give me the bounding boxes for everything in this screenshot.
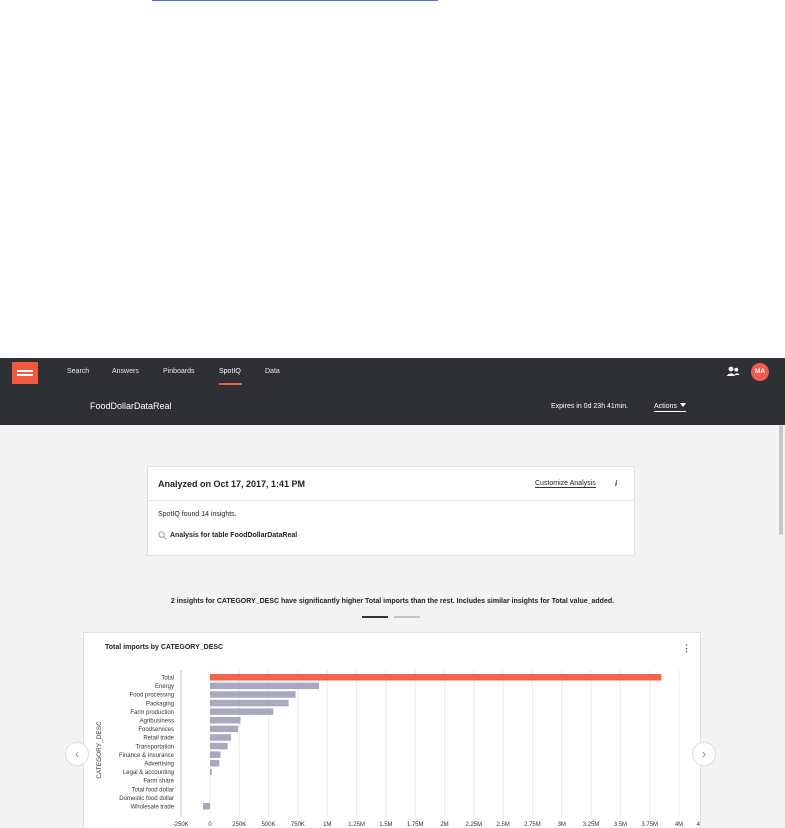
analysis-table-link[interactable]: Analysis for table FoodDollarDataReal bbox=[170, 532, 297, 539]
x-tick-label: -250K bbox=[173, 822, 189, 828]
bar-retail-trade[interactable] bbox=[210, 734, 232, 741]
bar-chart: Total Energy Food processing Packaging Farm … bbox=[96, 670, 700, 828]
next-insight-button[interactable]: › bbox=[692, 742, 716, 766]
x-tick-label: 2M bbox=[440, 822, 448, 828]
category-label: Total food dollar bbox=[132, 787, 174, 793]
bar-legal-accounting[interactable] bbox=[210, 768, 212, 776]
bar-food-processing[interactable] bbox=[210, 691, 296, 698]
worksheet-header: FoodDollarDataReal Expires in 0d 23h 41m… bbox=[0, 387, 785, 425]
actions-menu[interactable]: Actions bbox=[654, 403, 686, 412]
category-label: Packaging bbox=[146, 701, 174, 707]
x-tick-label: 4.2.. bbox=[697, 822, 700, 828]
carousel-indicator-active[interactable] bbox=[362, 616, 388, 618]
spotiq-app: Search Answers Pinboards SpotIQ Data MA … bbox=[0, 358, 785, 828]
logo-icon[interactable] bbox=[12, 362, 38, 384]
category-label: Farm production bbox=[130, 710, 174, 716]
x-tick-labels: -250K 0 250K 500K 750K 1M 1.25M 1.5M 1.75M 2M 2.25… bbox=[173, 822, 700, 828]
x-tick-label: 1.5M bbox=[379, 822, 392, 828]
x-tick-label: 3.25M bbox=[583, 822, 600, 828]
search-icon bbox=[158, 531, 167, 540]
insights-found-text: SpotIQ found 14 insights. bbox=[158, 511, 237, 518]
category-label: Energy bbox=[155, 684, 174, 690]
bar-energy[interactable] bbox=[210, 682, 320, 690]
analysis-card: Analyzed on Oct 17, 2017, 1:41 PM Custom… bbox=[147, 466, 635, 556]
category-label: Advertising bbox=[144, 762, 174, 768]
category-label: Transportation bbox=[136, 744, 174, 750]
x-tick-label: 750K bbox=[291, 822, 305, 828]
category-label: Legal & accounting bbox=[123, 770, 174, 776]
worksheet-title: FoodDollarDataReal bbox=[90, 401, 172, 411]
bar-foodservices[interactable] bbox=[210, 725, 239, 733]
user-avatar[interactable]: MA bbox=[751, 363, 769, 381]
analysis-card-header: Analyzed on Oct 17, 2017, 1:41 PM Custom… bbox=[148, 467, 634, 501]
category-label: Farm share bbox=[143, 779, 174, 785]
category-label: Wholesale trade bbox=[131, 805, 175, 811]
users-icon[interactable] bbox=[726, 366, 740, 378]
top-navbar: Search Answers Pinboards SpotIQ Data MA bbox=[0, 358, 785, 387]
nav-search[interactable]: Search bbox=[67, 368, 89, 375]
carousel-indicator-inactive[interactable] bbox=[394, 616, 420, 618]
insight-headline: 2 insights for CATEGORY_DESC have signif… bbox=[170, 598, 615, 605]
bar-transportation[interactable] bbox=[210, 742, 228, 750]
y-axis-label: CATEGORY_DESC bbox=[96, 721, 103, 779]
nav-spotiq[interactable]: SpotIQ bbox=[219, 368, 241, 375]
x-tick-label: 0 bbox=[208, 822, 212, 828]
expires-text: Expires in 0d 23h 41min. bbox=[551, 403, 629, 410]
active-tab-indicator bbox=[219, 383, 242, 385]
actions-label: Actions bbox=[654, 403, 677, 410]
bar-packaging[interactable] bbox=[210, 699, 289, 707]
bar-wholesale-trade[interactable] bbox=[202, 803, 210, 810]
top-link-underline bbox=[152, 0, 438, 1]
category-label: Foodservices bbox=[138, 727, 174, 733]
nav-answers[interactable]: Answers bbox=[112, 368, 139, 375]
x-tick-label: 1.75M bbox=[407, 822, 424, 828]
x-tick-label: 3M bbox=[558, 822, 566, 828]
x-tick-label: 4M bbox=[675, 822, 683, 828]
bar-advertising[interactable] bbox=[210, 760, 220, 767]
bar-agribusiness[interactable] bbox=[210, 717, 241, 724]
x-tick-label: 1M bbox=[323, 822, 331, 828]
category-labels: Total Energy Food processing Packaging Farm … bbox=[119, 676, 175, 811]
nav-data[interactable]: Data bbox=[265, 368, 280, 375]
caret-down-icon bbox=[679, 403, 686, 407]
category-label: Total bbox=[161, 676, 174, 682]
category-label: Retail trade bbox=[143, 736, 174, 742]
x-tick-label: 500K bbox=[262, 822, 276, 828]
category-label: Food processing bbox=[130, 693, 174, 699]
x-tick-label: 2.75M bbox=[524, 822, 541, 828]
category-label: Domestic food dollar bbox=[119, 796, 174, 802]
insight-chart-card: Total imports by CATEGORY_DESC ⋮ Total En… bbox=[83, 632, 701, 828]
scrollbar-thumb[interactable] bbox=[779, 425, 783, 535]
x-tick-label: 3.5M bbox=[614, 822, 627, 828]
x-tick-label: 2.5M bbox=[496, 822, 509, 828]
customize-analysis-link[interactable]: Customize Analysis bbox=[535, 480, 596, 488]
bar-total[interactable] bbox=[210, 674, 662, 681]
x-tick-label: 250K bbox=[232, 822, 246, 828]
bar-farm-production[interactable] bbox=[210, 708, 274, 715]
nav-pinboards[interactable]: Pinboards bbox=[163, 368, 195, 375]
bar-finance-insurance[interactable] bbox=[210, 751, 221, 758]
analysis-title: Analyzed on Oct 17, 2017, 1:41 PM bbox=[158, 479, 306, 489]
info-icon[interactable]: i bbox=[615, 479, 617, 488]
category-label: Finance & Insurance bbox=[119, 753, 175, 759]
previous-insight-button[interactable]: ‹ bbox=[65, 742, 89, 766]
bars bbox=[202, 674, 662, 810]
category-label: Agribusiness bbox=[140, 719, 174, 725]
x-tick-label: 1.25M bbox=[348, 822, 365, 828]
x-tick-label: 3.75M bbox=[641, 822, 658, 828]
x-tick-label: 2.25M bbox=[465, 822, 482, 828]
